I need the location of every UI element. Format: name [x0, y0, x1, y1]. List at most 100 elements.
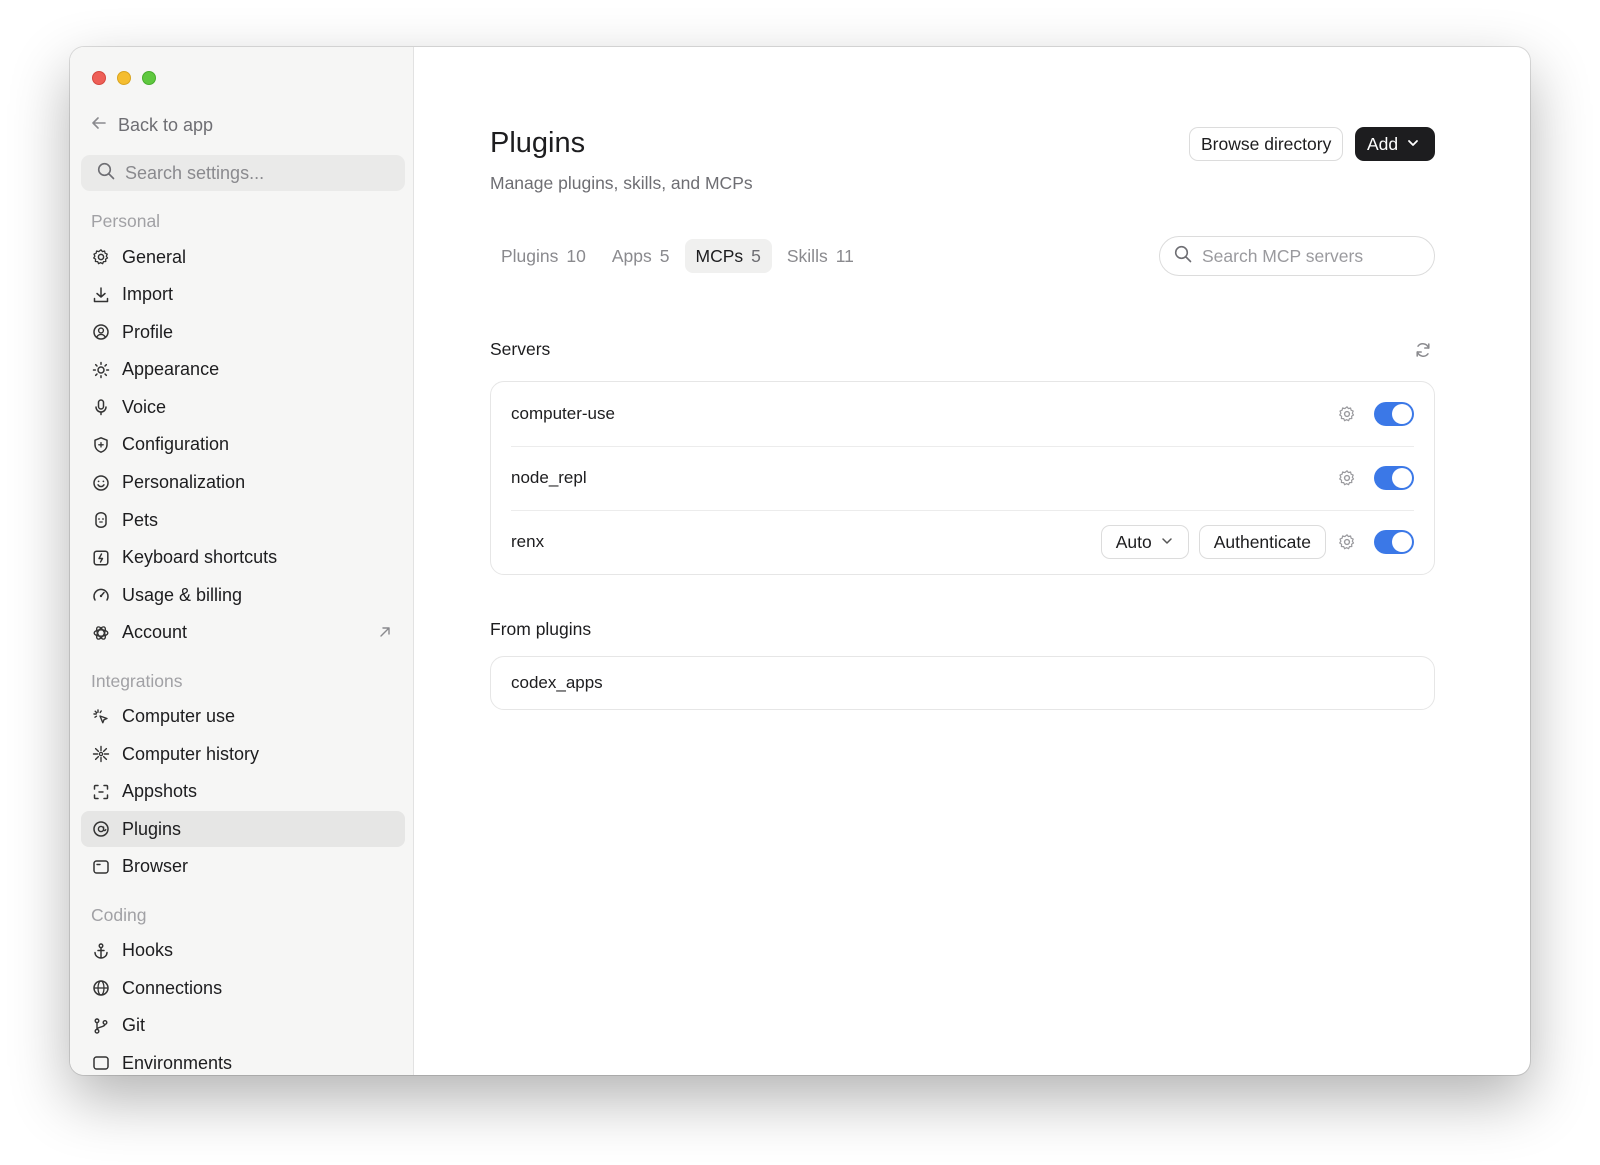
sidebar-item-computer-history[interactable]: Computer history [81, 736, 405, 772]
gauge-icon [91, 585, 111, 605]
maximize-window-button[interactable] [142, 71, 156, 85]
server-row-computer-use: computer-use [491, 382, 1434, 446]
tab-skills[interactable]: Skills 11 [776, 239, 865, 273]
chevron-down-icon [1406, 134, 1420, 155]
sidebar-item-account[interactable]: Account [81, 615, 405, 651]
environment-icon [91, 1053, 111, 1073]
page-title: Plugins [490, 127, 586, 159]
keyboard-icon [91, 548, 111, 568]
sidebar-item-usage-billing[interactable]: Usage & billing [81, 577, 405, 613]
browse-directory-button[interactable]: Browse directory [1189, 127, 1344, 161]
sidebar-item-configuration[interactable]: Configuration [81, 427, 405, 463]
sidebar-item-label: Profile [122, 321, 174, 342]
sidebar-item-connections[interactable]: Connections [81, 970, 405, 1006]
sidebar-item-appshots[interactable]: Appshots [81, 774, 405, 810]
sidebar-item-label: General [122, 246, 187, 267]
refresh-icon[interactable] [1414, 341, 1432, 364]
microphone-icon [91, 397, 111, 417]
section-label-personal: Personal [91, 211, 161, 231]
page-subtitle: Manage plugins, skills, and MCPs [490, 173, 753, 193]
tab-label: Apps [611, 245, 652, 266]
sidebar-item-general[interactable]: General [81, 239, 405, 275]
server-row-renx: renx Auto Authenticate [491, 510, 1434, 574]
sidebar-item-keyboard-shortcuts[interactable]: Keyboard shortcuts [81, 540, 405, 576]
settings-gear-icon[interactable] [1336, 531, 1358, 553]
sidebar-item-label: Computer history [122, 743, 260, 764]
mcp-search-field [1159, 236, 1435, 276]
server-enabled-toggle[interactable] [1374, 466, 1414, 490]
cursor-click-icon [91, 707, 111, 727]
tab-count: 10 [566, 245, 586, 266]
sidebar-item-label: Keyboard shortcuts [122, 547, 278, 568]
search-settings-field[interactable]: Search settings... [81, 155, 405, 191]
auth-mode-value: Auto [1115, 531, 1152, 552]
sidebar-item-git[interactable]: Git [81, 1008, 405, 1044]
sidebar-item-browser[interactable]: Browser [81, 849, 405, 885]
openai-icon [91, 623, 111, 643]
shield-icon [91, 435, 111, 455]
close-window-button[interactable] [92, 71, 106, 85]
tab-count: 5 [751, 245, 761, 266]
settings-gear-icon[interactable] [1336, 467, 1358, 489]
sidebar-item-label: Configuration [122, 434, 230, 455]
tab-bar: Plugins 10 Apps 5 MCPs 5 Skills 11 [490, 239, 865, 273]
main-content: Plugins Manage plugins, skills, and MCPs… [414, 47, 1530, 1075]
settings-nav: Personal General Import Profile Appearan… [81, 209, 405, 1075]
sidebar-item-label: Usage & billing [122, 584, 243, 605]
from-plugins-heading: From plugins [490, 619, 592, 639]
minimize-window-button[interactable] [117, 71, 131, 85]
anchor-icon [91, 941, 111, 961]
server-row-node-repl: node_repl [491, 446, 1434, 510]
sidebar-item-label: Import [122, 284, 174, 305]
sidebar-item-hooks[interactable]: Hooks [81, 933, 405, 969]
sidebar-item-plugins[interactable]: Plugins [81, 811, 405, 848]
sidebar-item-voice[interactable]: Voice [81, 389, 405, 425]
user-circle-icon [91, 322, 111, 342]
sidebar-item-label: Account [122, 622, 188, 643]
settings-gear-icon[interactable] [1336, 403, 1358, 425]
sidebar-item-label: Pets [122, 509, 159, 530]
servers-heading: Servers [490, 339, 551, 359]
sidebar-item-label: Connections [122, 977, 223, 998]
sidebar-item-computer-use[interactable]: Computer use [81, 699, 405, 735]
server-name: node_repl [511, 468, 587, 487]
sidebar-item-personalization[interactable]: Personalization [81, 465, 405, 501]
window-controls [92, 71, 156, 85]
sidebar-item-pets[interactable]: Pets [81, 502, 405, 538]
browser-icon [91, 857, 111, 877]
server-name: codex_apps [511, 673, 603, 692]
search-icon [97, 162, 115, 185]
server-name: computer-use [511, 404, 615, 423]
globe-icon [91, 978, 111, 998]
tab-label: Skills [786, 245, 828, 266]
tab-label: MCPs [695, 245, 744, 266]
gear-icon [91, 247, 111, 267]
back-to-app-link[interactable]: Back to app [90, 111, 213, 139]
sidebar-item-profile[interactable]: Profile [81, 314, 405, 350]
authenticate-button[interactable]: Authenticate [1198, 525, 1326, 559]
tab-mcps[interactable]: MCPs 5 [684, 239, 772, 273]
sidebar: Back to app Search settings... Personal … [70, 47, 414, 1075]
tab-plugins[interactable]: Plugins 10 [490, 239, 597, 273]
from-plugins-card: codex_apps [490, 656, 1435, 710]
external-link-icon [377, 624, 393, 645]
mcp-search-input[interactable] [1202, 245, 1422, 267]
arrow-left-icon [90, 114, 108, 137]
sidebar-item-label: Voice [122, 396, 167, 417]
tab-label: Plugins [501, 245, 559, 266]
section-label-integrations: Integrations [91, 670, 183, 691]
add-button-label: Add [1367, 133, 1399, 154]
auth-mode-dropdown[interactable]: Auto [1100, 525, 1189, 559]
settings-window: Back to app Search settings... Personal … [70, 47, 1530, 1075]
search-settings-placeholder: Search settings... [125, 162, 265, 183]
server-enabled-toggle[interactable] [1374, 530, 1414, 554]
sidebar-item-import[interactable]: Import [81, 277, 405, 313]
servers-card: computer-use node_repl renx Auto Authent… [490, 381, 1435, 575]
server-enabled-toggle[interactable] [1374, 402, 1414, 426]
tab-count: 11 [835, 245, 854, 266]
sidebar-item-appearance[interactable]: Appearance [81, 352, 405, 388]
tab-apps[interactable]: Apps 5 [601, 239, 681, 273]
plugin-server-row[interactable]: codex_apps [491, 657, 1434, 709]
sidebar-item-environments[interactable]: Environments [81, 1045, 405, 1075]
add-button[interactable]: Add [1355, 127, 1435, 161]
